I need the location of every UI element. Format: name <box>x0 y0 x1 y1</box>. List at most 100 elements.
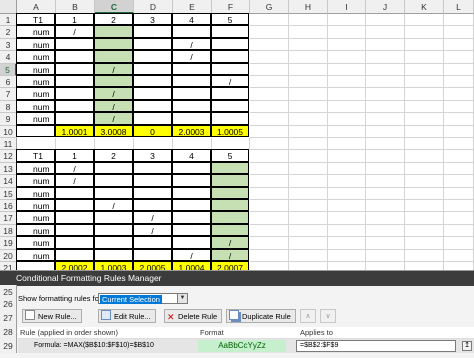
cell-b14[interactable]: / <box>55 174 94 187</box>
cell-j12[interactable] <box>366 150 405 163</box>
column-header-h[interactable]: H <box>289 0 328 14</box>
cell-f5[interactable] <box>211 62 249 75</box>
cell-c20[interactable] <box>94 248 133 261</box>
cell-j1[interactable] <box>366 14 405 27</box>
cell-k11[interactable] <box>405 138 444 151</box>
cell-c6[interactable] <box>94 75 133 88</box>
cell-a20[interactable]: num <box>16 248 55 261</box>
cell-e5[interactable] <box>172 62 211 75</box>
column-header-l[interactable]: L <box>444 0 474 14</box>
cell-h13[interactable] <box>289 162 328 176</box>
cell-b19[interactable] <box>55 236 94 249</box>
cell-c5[interactable]: / <box>94 62 133 75</box>
cell-h5[interactable] <box>289 63 328 76</box>
cell-l14[interactable] <box>444 175 474 188</box>
cell-k19[interactable] <box>405 237 444 250</box>
cell-k10[interactable] <box>405 125 444 138</box>
cell-g10[interactable] <box>250 125 289 138</box>
cell-k3[interactable] <box>405 38 444 52</box>
cell-h7[interactable] <box>289 88 328 101</box>
cell-d10[interactable]: 0 <box>133 124 172 137</box>
cell-e18[interactable] <box>172 223 211 237</box>
cell-g20[interactable] <box>250 249 289 262</box>
cell-g8[interactable] <box>250 100 289 114</box>
column-header-j[interactable]: J <box>366 0 405 14</box>
cell-g7[interactable] <box>250 88 289 101</box>
cell-a15[interactable]: num <box>16 186 55 199</box>
cell-j17[interactable] <box>366 212 405 225</box>
cell-i20[interactable] <box>328 249 366 262</box>
cell-f4[interactable] <box>211 50 249 63</box>
cell-g16[interactable] <box>250 200 289 213</box>
row-header-4[interactable]: 4 <box>0 51 17 64</box>
cell-i4[interactable] <box>328 51 366 64</box>
cell-k16[interactable] <box>405 200 444 213</box>
cell-g6[interactable] <box>250 76 289 89</box>
cell-e19[interactable] <box>172 236 211 249</box>
cell-k18[interactable] <box>405 224 444 238</box>
cell-b5[interactable] <box>55 62 94 75</box>
new-rule-button[interactable]: New Rule... <box>22 309 82 323</box>
cell-c19[interactable] <box>94 236 133 249</box>
cell-e3[interactable]: / <box>172 37 211 51</box>
cell-b4[interactable] <box>55 50 94 63</box>
cell-j13[interactable] <box>366 162 405 176</box>
row-header-3[interactable]: 3 <box>0 38 17 52</box>
cell-f1[interactable]: 5 <box>211 13 249 26</box>
column-header-i[interactable]: I <box>328 0 366 14</box>
cell-c7[interactable]: / <box>94 87 133 100</box>
cell-h8[interactable] <box>289 100 328 114</box>
cell-d4[interactable] <box>133 50 172 63</box>
cell-l10[interactable] <box>444 125 474 138</box>
cell-g18[interactable] <box>250 224 289 238</box>
cell-d16[interactable] <box>133 199 172 212</box>
cell-c13[interactable] <box>94 161 133 175</box>
cell-h18[interactable] <box>289 224 328 238</box>
cell-g13[interactable] <box>250 162 289 176</box>
cell-e17[interactable] <box>172 211 211 224</box>
cell-a6[interactable]: num <box>16 75 55 88</box>
cell-f18[interactable] <box>211 223 249 237</box>
cell-h12[interactable] <box>289 150 328 163</box>
cell-a18[interactable]: num <box>16 223 55 237</box>
cell-i2[interactable] <box>328 26 366 39</box>
cell-c9[interactable]: / <box>94 112 133 125</box>
cell-c3[interactable] <box>94 37 133 51</box>
cell-d7[interactable] <box>133 87 172 100</box>
cell-k14[interactable] <box>405 175 444 188</box>
cell-f8[interactable] <box>211 99 249 113</box>
cell-c18[interactable] <box>94 223 133 237</box>
cell-f9[interactable] <box>211 112 249 125</box>
cell-a10[interactable] <box>16 124 55 137</box>
cell-e7[interactable] <box>172 87 211 100</box>
cell-l5[interactable] <box>444 63 474 76</box>
cell-h16[interactable] <box>289 200 328 213</box>
cell-b17[interactable] <box>55 211 94 224</box>
cell-e8[interactable] <box>172 99 211 113</box>
cell-e2[interactable] <box>172 25 211 38</box>
row-header-9[interactable]: 9 <box>0 113 17 126</box>
row-header-15[interactable]: 15 <box>0 187 17 200</box>
cell-d5[interactable] <box>133 62 172 75</box>
cell-g9[interactable] <box>250 113 289 126</box>
cell-d15[interactable] <box>133 186 172 199</box>
cell-d6[interactable] <box>133 75 172 88</box>
cell-g15[interactable] <box>250 187 289 200</box>
cell-j7[interactable] <box>366 88 405 101</box>
cell-l17[interactable] <box>444 212 474 225</box>
row-header-12[interactable]: 12 <box>0 150 17 163</box>
cell-h17[interactable] <box>289 212 328 225</box>
show-rules-select[interactable]: Current Selection ▼ <box>98 293 188 304</box>
cell-b18[interactable] <box>55 223 94 237</box>
cell-l7[interactable] <box>444 88 474 101</box>
cell-e20[interactable]: / <box>172 248 211 261</box>
cell-e13[interactable] <box>172 161 211 175</box>
cell-h14[interactable] <box>289 175 328 188</box>
cell-f3[interactable] <box>211 37 249 51</box>
cell-i11[interactable] <box>328 138 366 151</box>
cell-l6[interactable] <box>444 76 474 89</box>
cell-j10[interactable] <box>366 125 405 138</box>
cell-a9[interactable]: num <box>16 112 55 125</box>
cell-a14[interactable]: num <box>16 174 55 187</box>
cell-i14[interactable] <box>328 175 366 188</box>
